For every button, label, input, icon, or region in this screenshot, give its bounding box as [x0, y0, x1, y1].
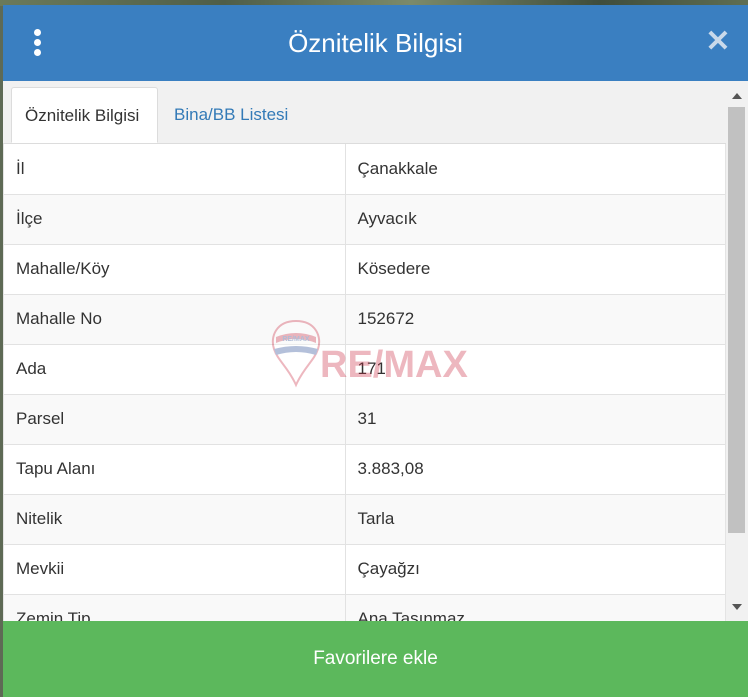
- table-row: İl Çanakkale: [4, 144, 725, 195]
- table-row: Mahalle/Köy Kösedere: [4, 244, 725, 295]
- tab-bar: Öznitelik Bilgisi Bina/BB Listesi: [3, 81, 728, 144]
- attribute-key: Zemin Tip: [4, 594, 346, 622]
- close-icon[interactable]: ✕: [705, 27, 731, 57]
- scroll-down-arrow-icon[interactable]: [732, 604, 742, 610]
- table-row: İlçe Ayvacık: [4, 194, 725, 245]
- attribute-value: 152672: [345, 294, 725, 345]
- attribute-info-modal: Öznitelik Bilgisi ✕ Öznitelik Bilgisi Bi…: [3, 5, 748, 697]
- attribute-key: Ada: [4, 344, 346, 395]
- attribute-value: 3.883,08: [345, 444, 725, 495]
- table-row: Mahalle No 152672: [4, 294, 725, 345]
- table-row: Mevkii Çayağzı: [4, 544, 725, 595]
- attribute-value: Kösedere: [345, 244, 725, 295]
- attribute-key: Mevkii: [4, 544, 346, 595]
- table-row: Ada 171: [4, 344, 725, 395]
- table-row: Nitelik Tarla: [4, 494, 725, 545]
- attribute-value: 171: [345, 344, 725, 395]
- scroll-up-arrow-icon[interactable]: [732, 93, 742, 99]
- table-row: Parsel 31: [4, 394, 725, 445]
- modal-header: Öznitelik Bilgisi ✕: [3, 5, 748, 81]
- attribute-value: Tarla: [345, 494, 725, 545]
- scrollbar-thumb[interactable]: [728, 107, 745, 533]
- add-favorites-button[interactable]: Favorilere ekle: [3, 621, 748, 697]
- modal-title: Öznitelik Bilgisi: [288, 28, 463, 58]
- attribute-value: Çanakkale: [345, 144, 725, 195]
- attribute-key: Nitelik: [4, 494, 346, 545]
- attribute-value: Ayvacık: [345, 194, 725, 245]
- attribute-value: 31: [345, 394, 725, 445]
- attribute-table: İl Çanakkale İlçe Ayvacık Mahalle/Köy Köseder…: [4, 144, 725, 622]
- attribute-key: İlçe: [4, 194, 346, 245]
- attribute-key: Mahalle No: [4, 294, 346, 345]
- tab-building-list[interactable]: Bina/BB Listesi: [161, 87, 301, 143]
- table-row: Zemin Tip Ana Taşınmaz: [4, 594, 725, 622]
- attribute-table-container: İl Çanakkale İlçe Ayvacık Mahalle/Köy Köseder…: [3, 144, 726, 622]
- tab-attribute-info[interactable]: Öznitelik Bilgisi: [11, 87, 158, 143]
- attribute-value: Çayağzı: [345, 544, 725, 595]
- attribute-value: Ana Taşınmaz: [345, 594, 725, 622]
- attribute-key: Mahalle/Köy: [4, 244, 346, 295]
- attribute-key: Tapu Alanı: [4, 444, 346, 495]
- scrollbar[interactable]: [726, 81, 748, 621]
- attribute-key: İl: [4, 144, 346, 195]
- table-row: Tapu Alanı 3.883,08: [4, 444, 725, 495]
- attribute-key: Parsel: [4, 394, 346, 445]
